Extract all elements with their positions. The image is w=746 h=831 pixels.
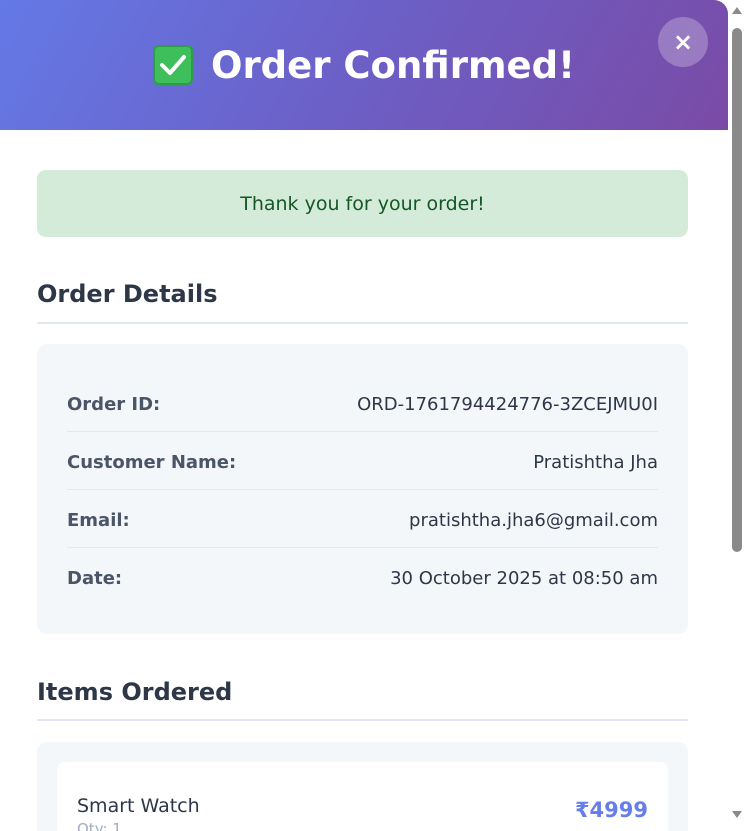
modal-title: Order Confirmed! bbox=[0, 0, 728, 130]
items-ordered-divider bbox=[37, 719, 688, 721]
scroll-down-arrow-icon[interactable] bbox=[732, 811, 742, 818]
list-item: Smart Watch Qty: 1 ₹4999 bbox=[57, 762, 668, 831]
scrollbar-thumb[interactable] bbox=[732, 28, 742, 552]
check-mark-box-icon bbox=[152, 45, 193, 85]
modal-title-text: Order Confirmed! bbox=[210, 43, 575, 87]
order-details-heading: Order Details bbox=[37, 280, 218, 308]
scrollbar[interactable] bbox=[728, 0, 746, 831]
order-confirmation-modal: Order Confirmed! × Thank you for your or… bbox=[0, 0, 728, 831]
item-quantity: Qty: 1 bbox=[77, 820, 122, 831]
success-banner: Thank you for your order! bbox=[37, 170, 688, 237]
scroll-up-arrow-icon[interactable] bbox=[732, 7, 742, 14]
detail-value: pratishtha.jha6@gmail.com bbox=[409, 509, 658, 531]
detail-row-order-id: Order ID: ORD-1761794424776-3ZCEJMU0I bbox=[67, 375, 658, 433]
detail-row-customer-name: Customer Name: Pratishtha Jha bbox=[67, 433, 658, 491]
items-ordered-card: Smart Watch Qty: 1 ₹4999 bbox=[37, 742, 688, 831]
detail-label: Customer Name: bbox=[67, 451, 237, 473]
detail-label: Email: bbox=[67, 509, 130, 531]
detail-value: ORD-1761794424776-3ZCEJMU0I bbox=[357, 393, 658, 415]
row-divider bbox=[67, 489, 658, 490]
row-divider bbox=[67, 431, 658, 432]
close-icon: × bbox=[672, 28, 694, 56]
detail-row-email: Email: pratishtha.jha6@gmail.com bbox=[67, 491, 658, 549]
success-message: Thank you for your order! bbox=[240, 192, 485, 215]
detail-row-date: Date: 30 October 2025 at 08:50 am bbox=[67, 549, 658, 607]
detail-value: 30 October 2025 at 08:50 am bbox=[390, 567, 658, 589]
detail-value: Pratishtha Jha bbox=[533, 451, 658, 473]
detail-label: Order ID: bbox=[67, 393, 161, 415]
close-button[interactable]: × bbox=[658, 17, 708, 67]
row-divider bbox=[67, 547, 658, 548]
item-price: ₹4999 bbox=[574, 798, 648, 822]
order-details-divider bbox=[37, 322, 688, 324]
order-details-card: Order ID: ORD-1761794424776-3ZCEJMU0I Cu… bbox=[37, 344, 688, 634]
detail-label: Date: bbox=[67, 567, 123, 589]
items-ordered-heading: Items Ordered bbox=[37, 678, 233, 706]
item-name: Smart Watch bbox=[77, 795, 200, 817]
